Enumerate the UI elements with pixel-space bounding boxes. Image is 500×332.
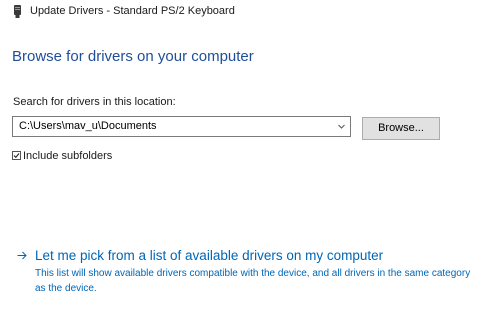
title-bar: Update Drivers - Standard PS/2 Keyboard: [0, 0, 500, 24]
page-title: Browse for drivers on your computer: [12, 48, 254, 65]
keyboard-device-icon: [14, 5, 21, 18]
browse-button[interactable]: Browse...: [362, 117, 440, 140]
window-title: Update Drivers - Standard PS/2 Keyboard: [30, 5, 235, 17]
update-drivers-window: Update Drivers - Standard PS/2 Keyboard …: [0, 0, 500, 332]
driver-path-combobox[interactable]: C:\Users\mav_u\Documents: [12, 116, 351, 137]
include-subfolders-checkbox[interactable]: [12, 151, 21, 160]
include-subfolders-label: Include subfolders: [23, 150, 113, 162]
chevron-down-icon[interactable]: [337, 122, 346, 131]
driver-path-value: C:\Users\mav_u\Documents: [19, 120, 157, 132]
pick-from-list-label[interactable]: Let me pick from a list of available dri…: [35, 247, 383, 264]
search-location-label: Search for drivers in this location:: [13, 96, 176, 108]
checkmark-icon: [13, 153, 20, 159]
pick-from-list-description: This list will show available drivers co…: [35, 268, 471, 294]
arrow-right-icon: [17, 251, 27, 260]
